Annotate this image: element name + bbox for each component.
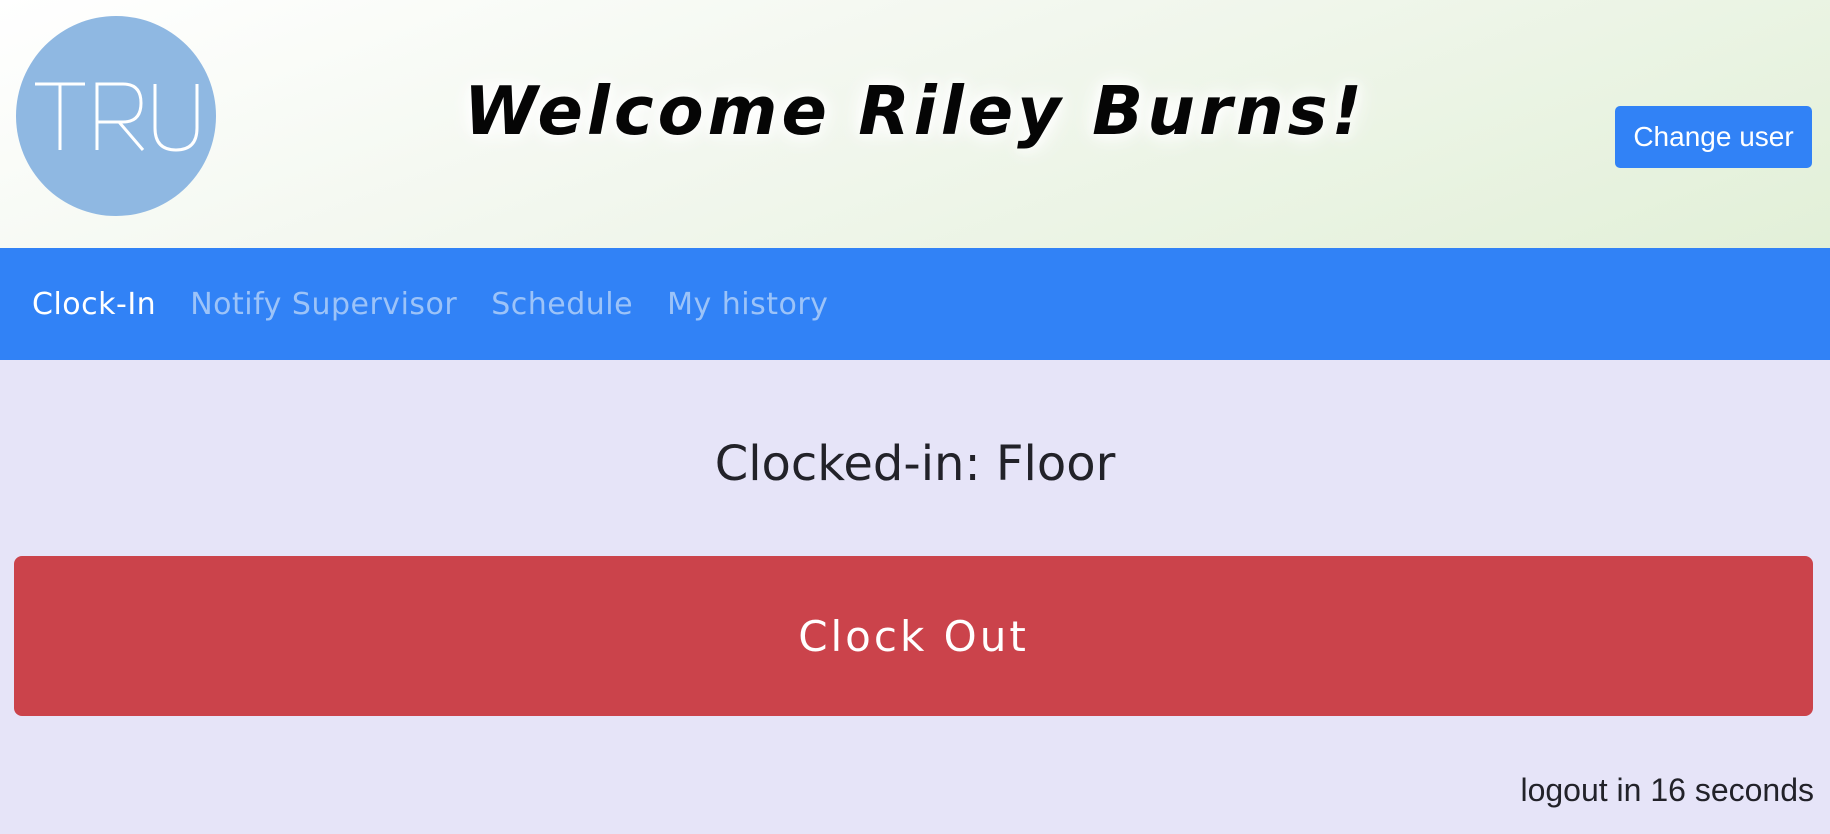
nav-notify-supervisor[interactable]: Notify Supervisor (190, 287, 457, 322)
clock-status-text: Clocked-in: Floor (714, 436, 1116, 492)
change-user-button[interactable]: Change user (1615, 106, 1812, 168)
clock-out-button[interactable]: Clock Out (14, 556, 1813, 716)
nav-my-history[interactable]: My history (667, 287, 828, 322)
nav-schedule[interactable]: Schedule (491, 287, 633, 322)
main-navbar: Clock-In Notify Supervisor Schedule My h… (0, 248, 1830, 360)
header: Welcome Riley Burns! Change user (0, 0, 1830, 248)
welcome-heading: Welcome Riley Burns! (463, 72, 1367, 150)
nav-clock-in[interactable]: Clock-In (32, 287, 156, 322)
logout-countdown: logout in 16 seconds (1520, 772, 1814, 808)
